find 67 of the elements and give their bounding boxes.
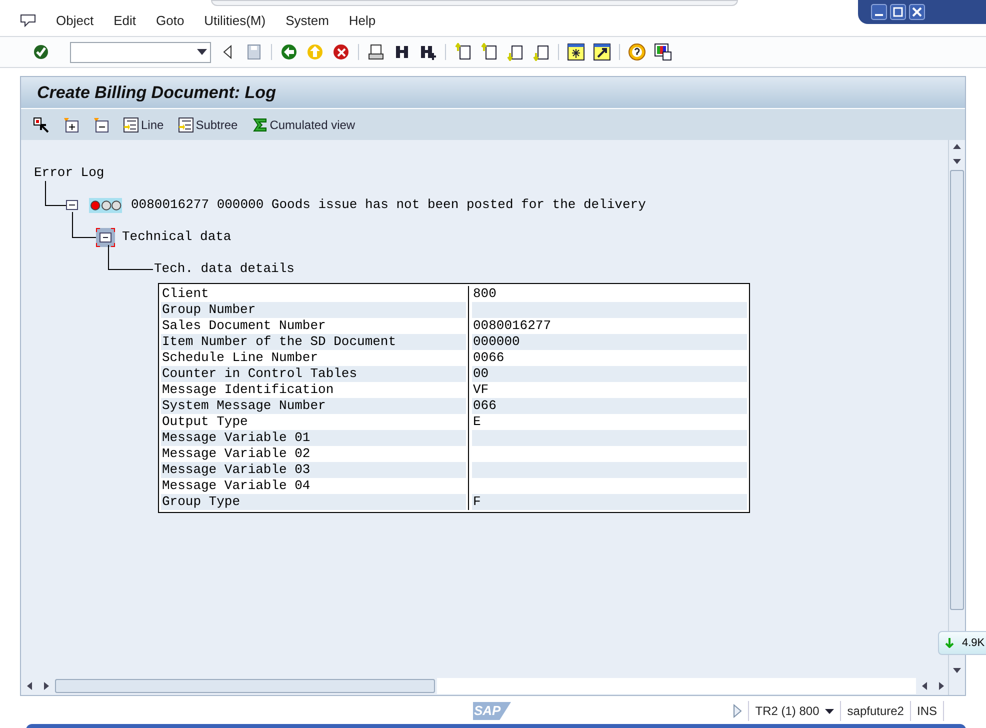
folder-toggle-icon[interactable] (96, 228, 115, 246)
save-icon[interactable] (245, 43, 263, 61)
command-field[interactable] (70, 42, 211, 62)
scrollbar-thumb[interactable] (55, 679, 435, 693)
menu-item[interactable]: Help (348, 11, 376, 31)
list-icon (123, 116, 139, 132)
lamp-icon (100, 200, 112, 210)
menu-icon[interactable] (20, 14, 36, 28)
sigma-icon (252, 116, 268, 132)
close-icon[interactable] (909, 4, 925, 20)
binoculars-plus-icon[interactable] (419, 43, 437, 61)
maximize-icon[interactable] (890, 4, 906, 20)
table-cell: F (472, 494, 747, 510)
table-cell: Group Number (161, 302, 466, 318)
help-icon[interactable] (628, 43, 646, 61)
cancel-icon[interactable] (332, 43, 350, 61)
menu-item[interactable]: Edit (114, 11, 136, 31)
server-name: sapfuture2 (840, 701, 910, 721)
insert-mode: INS (910, 701, 944, 721)
layout-settings-icon[interactable] (654, 43, 672, 61)
download-size: 4.9K (962, 636, 985, 651)
table-cell: Message Variable 01 (161, 430, 466, 446)
folder-toggle-icon[interactable] (66, 200, 78, 210)
table-cell: Group Type (161, 494, 466, 510)
toolbar-button[interactable]: Cumulated view (252, 116, 356, 134)
lamp-icon (90, 200, 101, 210)
minimize-icon[interactable] (871, 4, 887, 20)
download-arrow-icon (945, 638, 954, 648)
menu-item[interactable]: Goto (156, 11, 184, 31)
cursor-select-icon[interactable] (33, 116, 49, 132)
table-cell: 00 (472, 366, 747, 382)
next-page-icon[interactable] (506, 43, 524, 61)
menu-item[interactable]: Utilities(M) (204, 11, 266, 31)
table-cell: Counter in Control Tables (161, 366, 466, 382)
menu-item[interactable]: System (286, 11, 329, 31)
screen-title: Create Billing Document: Log (37, 82, 276, 104)
dropdown-caret-icon (825, 708, 834, 714)
binoculars-icon[interactable] (393, 43, 411, 61)
last-page-icon[interactable] (532, 43, 550, 61)
shortcut-icon[interactable] (593, 43, 611, 61)
lamp-icon (111, 200, 122, 210)
table-cell: System Message Number (161, 398, 466, 414)
back-icon[interactable] (280, 43, 298, 61)
previous-page-icon[interactable] (480, 43, 498, 61)
expand-icon[interactable] (63, 116, 79, 132)
tree-leaf-label: Tech. data details (154, 261, 294, 276)
enter-check-icon[interactable] (32, 43, 50, 61)
scrollbar-thumb[interactable] (950, 170, 964, 610)
tree-node-label: Technical data (122, 228, 232, 246)
dropdown-caret-icon (197, 49, 207, 55)
toolbar-button[interactable]: Line (123, 116, 164, 134)
status-expand-icon[interactable] (732, 704, 742, 718)
tree-root-label: Error Log (34, 165, 104, 180)
toolbar-button[interactable]: Subtree (178, 116, 238, 134)
menu-item[interactable]: Object (56, 11, 94, 31)
collapse-icon[interactable] (93, 116, 109, 132)
print-icon[interactable] (367, 43, 385, 61)
logo: SAP (473, 702, 511, 720)
system-info-dropdown[interactable]: TR2 (1) 800 (748, 701, 840, 721)
list-icon (178, 116, 194, 132)
table-cell: Message Variable 03 (161, 462, 466, 478)
table-cell: Item Number of the SD Document (161, 334, 466, 350)
new-session-icon[interactable] (567, 43, 585, 61)
first-page-icon[interactable] (454, 43, 472, 61)
table-cell: 066 (472, 398, 747, 414)
log-message: 0080016277 000000 Goods issue has not been posted for the delivery (131, 196, 646, 214)
table-cell: 000000 (472, 334, 747, 350)
